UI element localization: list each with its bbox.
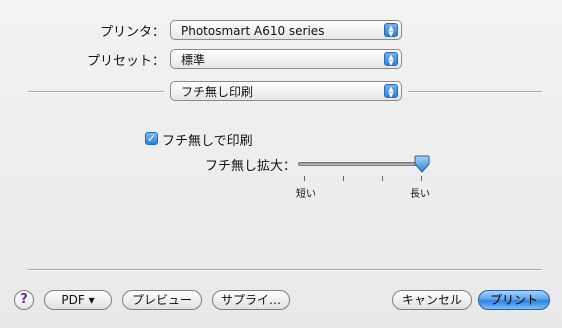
printer-popup[interactable]: Photosmart A610 series ▲ ▼ <box>170 20 402 40</box>
print-button[interactable]: プリント <box>478 290 550 310</box>
printer-label: プリンタ： <box>99 25 165 40</box>
supplies-button[interactable]: サプライ… <box>212 290 290 310</box>
separator-bottom <box>28 269 542 270</box>
expansion-label: フチ無し拡大： <box>205 159 297 174</box>
popup-arrows-icon: ▲ ▼ <box>384 52 398 67</box>
popup-arrows-icon: ▲ ▼ <box>384 84 398 99</box>
preset-popup[interactable]: 標準 ▲ ▼ <box>170 49 402 69</box>
popup-arrows-icon: ▲ ▼ <box>384 23 398 38</box>
preset-label: プリセット： <box>86 54 165 69</box>
slider-tick <box>304 176 305 181</box>
slider-max-label: 長い <box>410 189 430 200</box>
slider-tick <box>343 176 344 181</box>
printer-value: Photosmart A610 series <box>181 24 325 38</box>
preview-button[interactable]: プレビュー <box>122 290 202 310</box>
slider-min-label: 短い <box>296 189 316 200</box>
borderless-checkbox[interactable]: ✓ <box>145 132 158 145</box>
separator-right <box>408 91 542 92</box>
slider-tick <box>382 176 383 181</box>
pane-value: フチ無し印刷 <box>181 85 254 99</box>
pane-popup[interactable]: フチ無し印刷 ▲ ▼ <box>170 81 402 101</box>
expansion-slider-track[interactable] <box>298 162 426 166</box>
borderless-checkbox-label: フチ無しで印刷 <box>162 134 253 149</box>
separator-left <box>28 91 164 92</box>
expansion-slider-thumb[interactable] <box>414 155 430 173</box>
preset-value: 標準 <box>181 53 206 67</box>
cancel-button[interactable]: キャンセル <box>392 290 472 310</box>
help-button[interactable]: ? <box>14 290 34 310</box>
print-dialog: プリンタ： Photosmart A610 series ▲ ▼ プリセット： 標… <box>0 0 562 328</box>
pdf-button[interactable]: PDF ▾ <box>44 290 112 310</box>
slider-tick <box>421 176 422 181</box>
